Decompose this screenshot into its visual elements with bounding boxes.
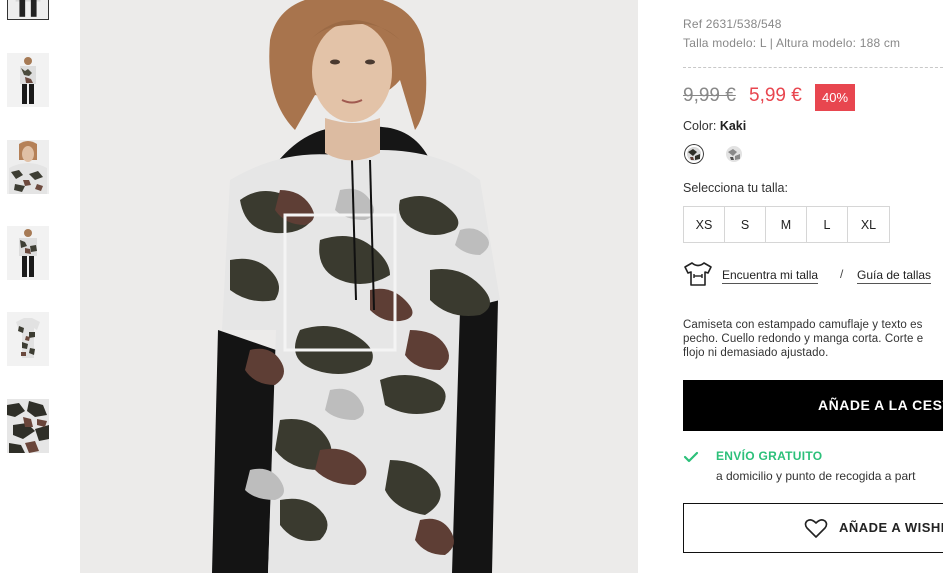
check-icon	[683, 451, 699, 463]
find-my-size-link[interactable]: Encuentra mi talla	[722, 268, 819, 284]
product-main-image	[80, 0, 638, 573]
thumbnail-5[interactable]	[7, 312, 49, 366]
camo-grey-swatch[interactable]	[724, 144, 744, 164]
discount-badge: 40%	[815, 84, 855, 111]
size-guide-row: Encuentra mi talla / Guía de tallas	[683, 261, 943, 291]
divider	[683, 67, 943, 68]
description-line: flojo ni demasiado ajustado.	[683, 347, 829, 359]
thumbnail-3[interactable]	[7, 140, 49, 194]
tshirt-icon	[684, 262, 712, 286]
add-to-wishlist-button[interactable]: AÑADE A WISHLIST	[683, 503, 943, 553]
sale-price: 5,99 €	[749, 85, 802, 106]
color-value: Kaki	[719, 119, 747, 133]
free-shipping-title: ENVÍO GRATUITO	[716, 449, 823, 463]
thumbnail-2[interactable]	[7, 53, 49, 107]
product-reference: Ref 2631/538/548	[683, 17, 782, 31]
model-info: Talla modelo: L | Altura modelo: 188 cm	[683, 36, 901, 50]
color-row: Color: Kaki	[683, 119, 746, 133]
size-guide-link[interactable]: Guía de tallas	[857, 268, 932, 284]
link-separator: /	[840, 267, 844, 281]
color-label: Color:	[683, 119, 717, 133]
description-line: pecho. Cuello redondo y manga corta. Cor…	[683, 333, 924, 345]
size-option-xs[interactable]: XS	[684, 207, 725, 242]
size-option-s[interactable]: S	[725, 207, 766, 242]
heart-icon	[804, 519, 828, 538]
wishlist-label: AÑADE A WISHLIST	[839, 520, 943, 535]
thumbnail-4[interactable]	[7, 226, 49, 280]
camo-kaki-swatch[interactable]	[684, 144, 704, 164]
size-option-xl[interactable]: XL	[848, 207, 889, 242]
description-line: Camiseta con estampado camuflaje y texto…	[683, 319, 923, 331]
size-option-m[interactable]: M	[766, 207, 807, 242]
old-price: 9,99 €	[683, 85, 736, 106]
product-description: Camiseta con estampado camuflaje y texto…	[683, 318, 943, 360]
size-selector: XS S M L XL	[683, 206, 890, 243]
free-shipping-subtitle: a domicilio y punto de recogida a part	[716, 469, 916, 483]
size-label: Selecciona tu talla:	[683, 181, 788, 195]
thumbnail-1[interactable]	[7, 0, 49, 20]
thumbnail-6[interactable]	[7, 399, 49, 453]
size-option-l[interactable]: L	[807, 207, 848, 242]
product-info-panel: Ref 2631/538/548 Talla modelo: L | Altur…	[683, 0, 943, 573]
add-to-cart-button[interactable]: AÑADE A LA CESTA	[683, 380, 943, 431]
